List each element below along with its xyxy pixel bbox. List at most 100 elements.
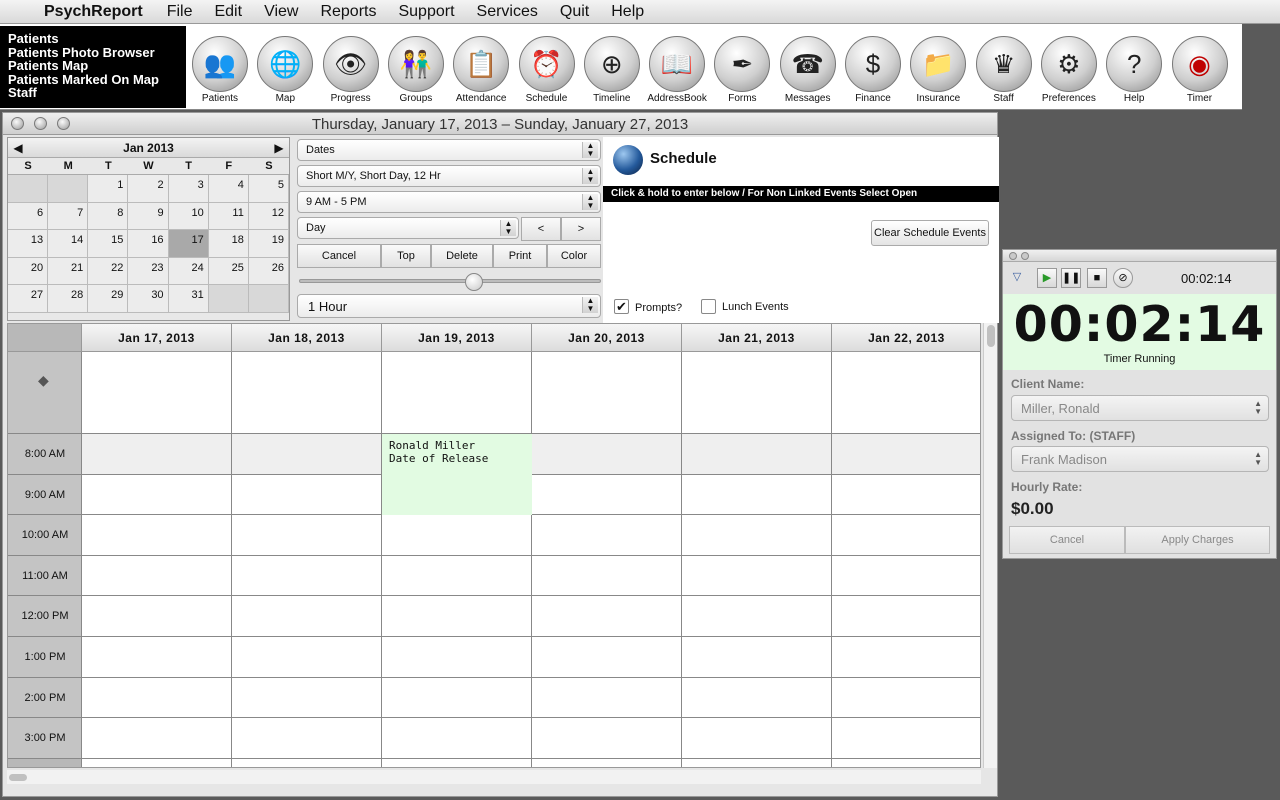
calendar-day[interactable]: 4 <box>208 175 249 203</box>
menu-support[interactable]: Support <box>398 3 454 21</box>
toolbar-preferences-button[interactable]: ⚙ Preferences <box>1037 36 1101 104</box>
calendar-day[interactable]: 27 <box>8 285 49 313</box>
calendar-day[interactable]: 20 <box>8 257 49 285</box>
prev-month-icon[interactable]: ◀ <box>8 141 28 155</box>
link-patients[interactable]: Patients <box>8 32 178 46</box>
link-patients-marked-on-map[interactable]: Patients Marked On Map <box>8 72 178 87</box>
toolbar-schedule-button[interactable]: ⏰ Schedule <box>515 36 579 104</box>
stop-icon[interactable]: ■ <box>1087 268 1107 288</box>
link-patients-map[interactable]: Patients Map <box>8 59 178 73</box>
apply-charges-button[interactable]: Apply Charges <box>1125 526 1270 554</box>
calendar-day[interactable]: 11 <box>208 202 249 230</box>
calendar-day[interactable]: 15 <box>88 230 129 258</box>
format-select[interactable]: Short M/Y, Short Day, 12 Hr ▲ ▼ <box>297 165 601 187</box>
calendar-day[interactable]: 12 <box>248 202 289 230</box>
calendar-day[interactable]: 24 <box>168 257 209 285</box>
menu-help[interactable]: Help <box>611 3 644 21</box>
print-button[interactable]: Print <box>493 244 547 268</box>
top-button[interactable]: Top <box>381 244 431 268</box>
toolbar-addressbook-button[interactable]: 📖 AddressBook <box>645 36 709 104</box>
vertical-scrollbar[interactable] <box>983 323 997 768</box>
close-timer-button[interactable] <box>1009 252 1017 260</box>
toolbar-messages-button[interactable]: ☎ Messages <box>776 36 840 104</box>
calendar-day[interactable]: 5 <box>248 175 289 203</box>
toolbar-patients-button[interactable]: 👥 Patients <box>188 36 252 104</box>
calendar-day[interactable]: 30 <box>128 285 169 313</box>
calendar-day[interactable]: 8 <box>88 202 129 230</box>
zoom-slider-knob[interactable] <box>465 273 484 291</box>
menu-file[interactable]: File <box>167 3 193 21</box>
day-column-header[interactable]: Jan 20, 2013 <box>532 324 682 352</box>
calendar-day[interactable]: 7 <box>48 202 89 230</box>
horizontal-scrollbar[interactable] <box>7 770 981 784</box>
pause-icon[interactable]: ❚❚ <box>1061 268 1081 288</box>
color-button[interactable]: Color <box>547 244 601 268</box>
calendar-day[interactable]: 23 <box>128 257 169 285</box>
clear-schedule-events-button[interactable]: Clear Schedule Events <box>871 220 989 246</box>
calendar-day[interactable]: 18 <box>208 230 249 258</box>
menu-quit[interactable]: Quit <box>560 3 589 21</box>
menu-services[interactable]: Services <box>477 3 538 21</box>
toolbar-timer-button[interactable]: ◉ Timer <box>1168 36 1232 104</box>
calendar-day[interactable]: 6 <box>8 202 49 230</box>
calendar-day[interactable]: 17 <box>168 230 209 258</box>
link-staff[interactable]: Staff <box>8 86 178 100</box>
client-name-select[interactable]: Miller, Ronald ▲ ▼ <box>1011 395 1269 421</box>
toolbar-forms-button[interactable]: ✒ Forms <box>710 36 774 104</box>
lunch-events-checkbox[interactable] <box>701 299 716 314</box>
hours-select[interactable]: 9 AM - 5 PM ▲ ▼ <box>297 191 601 213</box>
schedule-event[interactable]: Ronald Miller Date of Release <box>382 434 532 515</box>
menu-app-name[interactable]: PsychReport <box>44 3 143 21</box>
interval-select[interactable]: 1 Hour ▲ ▼ <box>297 294 601 318</box>
delete-button[interactable]: Delete <box>431 244 493 268</box>
toolbar-map-button[interactable]: 🌐 Map <box>253 36 317 104</box>
next-month-icon[interactable]: ▶ <box>269 141 289 155</box>
toolbar-attendance-button[interactable]: 📋 Attendance <box>449 36 513 104</box>
link-patients-photo-browser[interactable]: Patients Photo Browser <box>8 45 178 60</box>
calendar-day[interactable]: 2 <box>128 175 169 203</box>
toolbar-progress-button[interactable]: 👁 Progress <box>319 36 383 104</box>
calendar-day[interactable]: 25 <box>208 257 249 285</box>
calendar-day[interactable]: 10 <box>168 202 209 230</box>
menu-view[interactable]: View <box>264 3 298 21</box>
calendar-day[interactable]: 1 <box>88 175 129 203</box>
calendar-day[interactable]: 13 <box>8 230 49 258</box>
day-column-header[interactable]: Jan 21, 2013 <box>682 324 832 352</box>
menu-edit[interactable]: Edit <box>214 3 242 21</box>
cancel-button[interactable]: Cancel <box>297 244 381 268</box>
day-column-header[interactable]: Jan 17, 2013 <box>82 324 232 352</box>
calendar-day[interactable]: 9 <box>128 202 169 230</box>
toolbar-groups-button[interactable]: 👫 Groups <box>384 36 448 104</box>
minimize-timer-button[interactable] <box>1021 252 1029 260</box>
menu-reports[interactable]: Reports <box>320 3 376 21</box>
assigned-to-select[interactable]: Frank Madison ▲ ▼ <box>1011 446 1269 472</box>
dates-select[interactable]: Dates ▲ ▼ <box>297 139 601 161</box>
calendar-day[interactable]: 26 <box>248 257 289 285</box>
calendar-day[interactable]: 19 <box>248 230 289 258</box>
calendar-day[interactable]: 3 <box>168 175 209 203</box>
calendar-day[interactable]: 16 <box>128 230 169 258</box>
timer-cancel-button[interactable]: Cancel <box>1009 526 1125 554</box>
calendar-day[interactable]: 21 <box>48 257 89 285</box>
prev-day-button[interactable]: < <box>521 217 561 241</box>
calendar-day[interactable]: 28 <box>48 285 89 313</box>
toolbar-help-button[interactable]: ? Help <box>1102 36 1166 104</box>
toolbar-staff-button[interactable]: ♛ Staff <box>972 36 1036 104</box>
next-day-button[interactable]: > <box>561 217 601 241</box>
day-column-header[interactable]: Jan 19, 2013 <box>382 324 532 352</box>
calendar-day[interactable]: 22 <box>88 257 129 285</box>
toolbar-finance-button[interactable]: $ Finance <box>841 36 905 104</box>
zoom-slider-track[interactable] <box>299 279 601 283</box>
view-select[interactable]: Day ▲ ▼ <box>297 217 519 239</box>
disclosure-triangle-icon[interactable]: ▽ <box>1007 268 1027 288</box>
day-column-header[interactable]: Jan 18, 2013 <box>232 324 382 352</box>
day-column-header[interactable]: Jan 22, 2013 <box>832 324 980 352</box>
calendar-day[interactable]: 31 <box>168 285 209 313</box>
calendar-day[interactable]: 29 <box>88 285 129 313</box>
play-icon[interactable]: ▶ <box>1037 268 1057 288</box>
calendar-day[interactable]: 14 <box>48 230 89 258</box>
toolbar-insurance-button[interactable]: 📁 Insurance <box>906 36 970 104</box>
cancel-timer-icon[interactable]: ⊘ <box>1113 268 1133 288</box>
prompts-checkbox[interactable]: ✔ <box>614 299 629 314</box>
toolbar-timeline-button[interactable]: ⊕ Timeline <box>580 36 644 104</box>
